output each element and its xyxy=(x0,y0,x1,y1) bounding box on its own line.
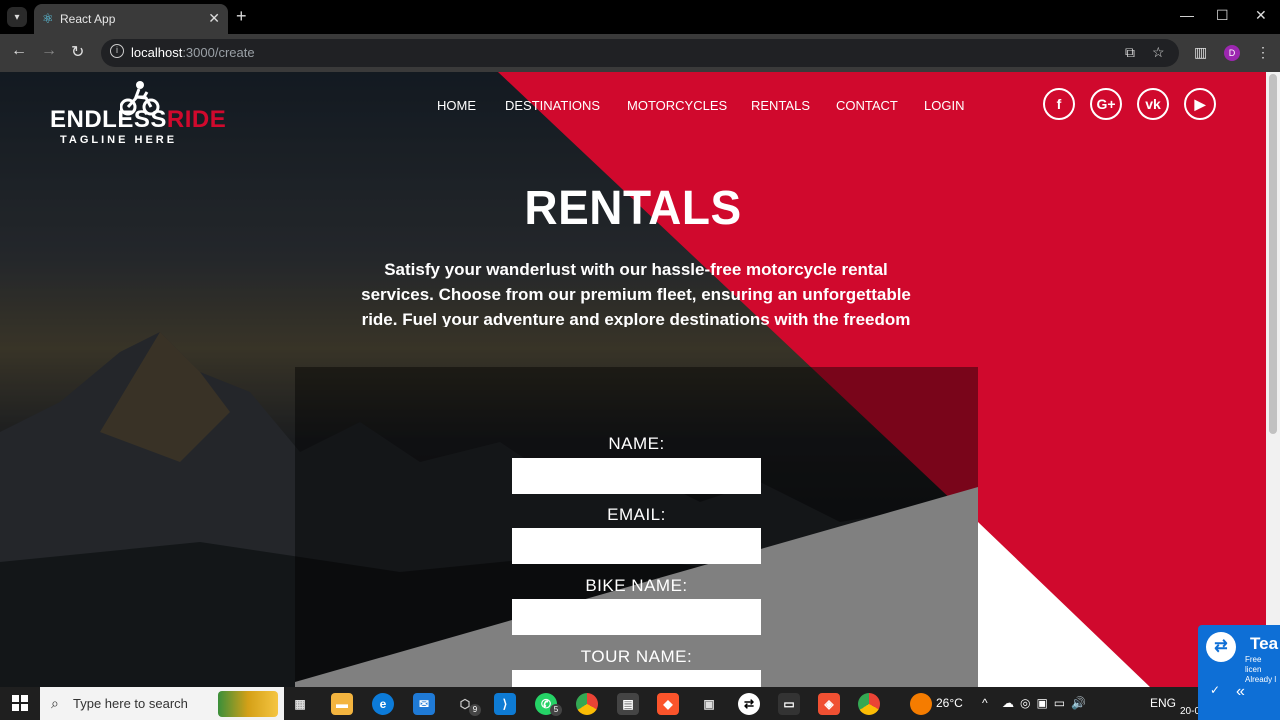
vk-icon[interactable]: vk xyxy=(1137,88,1169,120)
nav-destinations[interactable]: DESTINATIONS xyxy=(505,98,600,113)
whatsapp-badge-count: 5 xyxy=(550,704,562,716)
forward-arrow-icon[interactable]: → xyxy=(41,42,57,60)
email-label: EMAIL: xyxy=(607,505,666,524)
address-bar[interactable]: i localhost:3000/create ⧉ ☆ xyxy=(101,39,1179,67)
app-badge-count: 9 xyxy=(469,704,481,716)
tray-icons[interactable]: ☁◎▣▭🔊 xyxy=(1002,696,1092,710)
bike-name-input[interactable] xyxy=(512,599,761,635)
winrar-icon[interactable]: ▣ xyxy=(698,693,720,715)
white-corner-shape xyxy=(978,522,1150,687)
reload-icon[interactable]: ↻ xyxy=(71,42,84,62)
browser-toolbar: ← → ↻ i localhost:3000/create ⧉ ☆ ▥ ⋮ xyxy=(0,34,1280,72)
name-input[interactable] xyxy=(512,458,761,494)
tab-close-icon[interactable]: ✕ xyxy=(208,10,220,27)
nav-login[interactable]: LOGIN xyxy=(924,98,964,113)
back-arrow-icon[interactable]: ← xyxy=(11,42,27,60)
nav-rentals[interactable]: RENTALS xyxy=(751,98,810,113)
chrome-profile-icon[interactable] xyxy=(858,693,880,715)
hero-description: Satisfy your wanderlust with our hassle-… xyxy=(361,260,911,327)
browser-tab[interactable]: ⚛ React App ✕ xyxy=(34,4,228,34)
email-input[interactable] xyxy=(512,528,761,564)
close-window-button[interactable]: ✕ xyxy=(1255,7,1267,24)
tab-title: React App xyxy=(60,12,116,26)
site-info-icon[interactable]: i xyxy=(110,44,124,58)
search-placeholder: Type here to search xyxy=(73,696,188,711)
motorcycle-rider-icon xyxy=(120,81,160,116)
tour-name-input[interactable] xyxy=(512,670,761,687)
new-tab-button[interactable]: + xyxy=(236,6,247,27)
rental-form: NAME: EMAIL: BIKE NAME: TOUR NAME: xyxy=(295,367,978,687)
brave-icon[interactable]: ◆ xyxy=(657,693,679,715)
bike-name-label: BIKE NAME: xyxy=(585,576,688,595)
scrollbar-thumb[interactable] xyxy=(1269,74,1277,434)
page-viewport: ENDLESSRIDE TAGLINE HERE HOME DESTINATIO… xyxy=(0,72,1266,687)
teamviewer-popup[interactable]: ⇄ Tea Free licen Already l ✓ « xyxy=(1198,625,1280,720)
menu-kebab-icon[interactable]: ⋮ xyxy=(1256,44,1270,61)
teamviewer-subtitle: Free licen Already l xyxy=(1245,655,1277,684)
weather-temperature[interactable]: 26°C xyxy=(936,696,963,710)
google-plus-icon[interactable]: G+ xyxy=(1090,88,1122,120)
bookmark-star-icon[interactable]: ☆ xyxy=(1152,44,1165,61)
teamviewer-title: Tea xyxy=(1250,634,1279,653)
url-text[interactable]: localhost:3000/create xyxy=(131,45,255,60)
nav-contact[interactable]: CONTACT xyxy=(836,98,898,113)
site-logo[interactable]: ENDLESSRIDE TAGLINE HERE xyxy=(50,81,226,146)
minimize-button[interactable]: — xyxy=(1180,7,1194,23)
file-explorer-icon[interactable]: ▬ xyxy=(331,693,353,715)
taskbar-search-box[interactable]: ⌕ Type here to search xyxy=(40,687,284,720)
windows-start-icon[interactable] xyxy=(12,695,28,711)
language-indicator[interactable]: ENG xyxy=(1150,696,1176,710)
weather-icon[interactable] xyxy=(910,693,932,715)
facebook-icon[interactable]: f xyxy=(1043,88,1075,120)
vscode-icon[interactable]: ⟩ xyxy=(494,693,516,715)
brand-tagline: TAGLINE HERE xyxy=(60,134,178,146)
edge-browser-icon[interactable]: e xyxy=(372,693,394,715)
date-text: 20-0 xyxy=(1180,706,1201,717)
mail-icon[interactable]: ✉ xyxy=(413,693,435,715)
tab-search-button[interactable]: ▾ xyxy=(7,7,27,27)
terminal-icon[interactable]: ▭ xyxy=(778,693,800,715)
youtube-icon[interactable]: ▶ xyxy=(1184,88,1216,120)
teamviewer-pin-icon[interactable]: ✓ xyxy=(1210,683,1220,697)
git-icon[interactable]: ◈ xyxy=(818,693,840,715)
calculator-icon[interactable]: ▤ xyxy=(617,693,639,715)
windows-taskbar: ⌕ Type here to search ▦ ▬ e ✉ ⬡ 9 ⟩ ✆ 5 … xyxy=(0,687,1280,720)
chrome-icon[interactable] xyxy=(576,693,598,715)
teamviewer-taskbar-icon[interactable]: ⇄ xyxy=(738,693,760,715)
page-title: RENTALS xyxy=(524,179,742,235)
profile-avatar[interactable]: D xyxy=(1224,45,1240,61)
page-scrollbar[interactable] xyxy=(1266,72,1280,687)
task-view-icon[interactable]: ▦ xyxy=(289,693,311,715)
maximize-button[interactable]: ☐ xyxy=(1216,7,1229,24)
teamviewer-collapse-icon[interactable]: « xyxy=(1236,683,1245,701)
tour-name-label: TOUR NAME: xyxy=(580,647,693,666)
install-app-icon[interactable]: ⧉ xyxy=(1125,44,1135,61)
teamviewer-logo-icon: ⇄ xyxy=(1206,632,1236,662)
nav-motorcycles[interactable]: MOTORCYCLES xyxy=(627,98,727,113)
name-label: NAME: xyxy=(608,434,665,453)
side-panel-icon[interactable]: ▥ xyxy=(1194,44,1207,61)
search-highlight-image xyxy=(218,691,278,717)
react-favicon-icon: ⚛ xyxy=(42,11,54,26)
tray-chevron-icon[interactable]: ^ xyxy=(982,696,988,710)
nav-home[interactable]: HOME xyxy=(437,98,476,113)
browser-tab-bar: ▾ ⚛ React App ✕ + — ☐ ✕ xyxy=(0,0,1280,34)
form-diagonal-shade xyxy=(295,487,978,687)
search-icon: ⌕ xyxy=(51,695,59,711)
